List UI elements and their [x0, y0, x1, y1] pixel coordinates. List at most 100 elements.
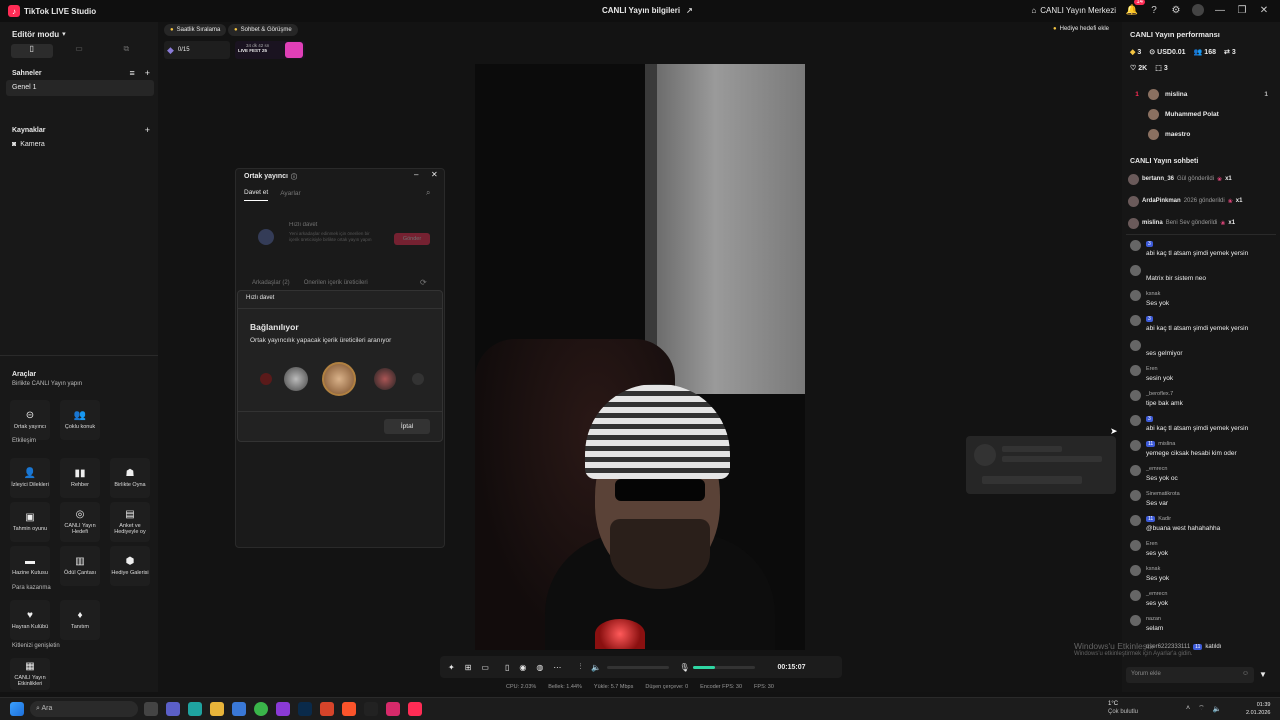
tool-promote[interactable]: ♦ Tanıtım [60, 600, 100, 640]
more-icon[interactable]: ⋯ [553, 663, 561, 672]
tool-fan-club[interactable]: ♥ Hayran Kulübü [10, 600, 50, 640]
gifter-row[interactable]: maestro [1130, 124, 1270, 144]
list-icon[interactable]: ≡ [129, 68, 134, 78]
chat-message[interactable]: 3 abi kaç tl atsam şimdi yemek yersin [1130, 415, 1275, 440]
tool-viewer-wishes[interactable]: 👤 İzleyici Dilekleri [10, 458, 50, 498]
record-icon[interactable]: ◉ [519, 663, 526, 672]
teams-icon[interactable] [166, 702, 180, 716]
layout-icon[interactable]: ⊞ [465, 663, 472, 672]
chat-message[interactable]: _emrecn ses yok [1130, 590, 1275, 615]
microphone-icon[interactable]: 🎙 [679, 663, 689, 672]
photoshop-icon[interactable] [298, 702, 312, 716]
chat-message[interactable]: nazan selam [1130, 615, 1275, 640]
editor-mode-dropdown[interactable]: Editör modu ▾ [0, 27, 158, 41]
chat-message[interactable]: Eren ses yok [1130, 540, 1275, 565]
close-icon[interactable]: ✕ [1258, 4, 1270, 16]
live-center-button[interactable]: ⌂ CANLI Yayın Merkezi [1031, 6, 1116, 15]
search-icon[interactable]: ⌕ [426, 188, 430, 198]
chat-message[interactable]: ses gelmiyor [1130, 340, 1275, 365]
chat-message[interactable]: 11 Kadir @buana west hahahahha [1130, 515, 1275, 540]
explorer-icon[interactable] [210, 702, 224, 716]
search-box[interactable]: ⌕ Ara [30, 701, 138, 717]
tool-gift-gallery[interactable]: ⬢ Hediye Galerisi [110, 546, 150, 586]
add-scene-icon[interactable]: + [145, 68, 150, 78]
gifter-row[interactable]: Muhammed Polat [1130, 104, 1270, 124]
gear-icon[interactable]: ⚙ [1170, 4, 1182, 16]
tool-live-events[interactable]: ▦ CANLI Yayın Etkinlikleri [10, 658, 50, 690]
chat-messages[interactable]: 3 abi kaç tl atsam şimdi yemek yersin Matr… [1130, 240, 1275, 640]
gift-goal-button[interactable]: ● Hediye hedefi ekle [1053, 26, 1109, 32]
add-source-icon[interactable]: + [145, 125, 150, 135]
chat-message[interactable]: ksnak Ses yok [1130, 565, 1275, 590]
chat-message[interactable]: ksnak Ses yok [1130, 290, 1275, 315]
chat-message[interactable]: 3 abi kaç tl atsam şimdi yemek yersin [1130, 315, 1275, 340]
speaker-volume-slider[interactable] [607, 665, 670, 669]
event-banner[interactable]: 34 dk 42 sn LIVE FEST 25 [235, 41, 305, 59]
tool-guide[interactable]: ▮▮ Rehber [60, 458, 100, 498]
mixer-icon[interactable]: ⫶ [579, 662, 581, 672]
tool-poll[interactable]: ▤ Anket ve Hediyeyle oy [110, 502, 150, 542]
media-icon[interactable] [320, 702, 334, 716]
app-icon[interactable] [386, 702, 400, 716]
performance-stats[interactable]: ◆ 3 ⊙ USD0.01 👥 168 ⇄ 3 [1130, 48, 1236, 57]
chat-message[interactable]: Sinematikrota Ses var [1130, 490, 1275, 515]
tool-cohost[interactable]: ⊝ Ortak yayıncı [10, 400, 50, 440]
avatar[interactable] [1192, 4, 1204, 16]
volume-icon[interactable]: 🔈 [1213, 705, 1222, 713]
bell-icon[interactable]: 🔔 14 [1126, 0, 1145, 16]
effects-icon[interactable]: ✦ [448, 663, 455, 672]
tab-suggested[interactable]: Önerilen içerik üreticileri [304, 280, 368, 286]
tab-friends[interactable]: Arkadaşlar (2) [252, 280, 290, 286]
phone-icon[interactable]: ▯ [505, 663, 509, 672]
chat-message[interactable]: _emrecn Ses yok oc [1130, 465, 1275, 490]
minimize-icon[interactable]: — [1214, 4, 1226, 16]
info-icon[interactable]: ⓘ [291, 172, 297, 181]
tab-invite[interactable]: Davet et [244, 189, 269, 201]
chat-message[interactable]: 11 mislina yemege ciksak hesabi kim oder [1130, 440, 1275, 465]
source-item-camera[interactable]: ◙ Kamera [0, 141, 158, 148]
tool-reward-bag[interactable]: ▥ Ödül Çantası [60, 546, 100, 586]
portrait-mode-button[interactable]: ▯ [10, 44, 53, 58]
replay-icon[interactable]: ◍ [536, 663, 543, 672]
help-icon[interactable]: ? [1148, 4, 1160, 16]
chrome-icon[interactable] [254, 702, 268, 716]
taskview-icon[interactable] [144, 702, 158, 716]
edge-icon[interactable] [188, 702, 202, 716]
network-icon[interactable]: ⌔ [1198, 704, 1205, 713]
landscape-mode-button[interactable]: ▭ [58, 44, 100, 58]
comment-input[interactable]: Yorum ekle ☺ [1126, 667, 1254, 683]
goal-widget[interactable]: ◆ 0/15 [164, 41, 230, 59]
mic-volume-slider[interactable] [693, 665, 756, 669]
tool-play-together[interactable]: ☗ Birlikte Oyna [110, 458, 150, 498]
tool-prediction[interactable]: ▣ Tahmin oyunu [10, 502, 50, 542]
hourly-ranking-chip[interactable]: ● Saatlik Sıralama [164, 24, 227, 36]
store-icon[interactable] [232, 702, 246, 716]
restore-icon[interactable]: ❐ [1236, 4, 1248, 16]
weather-widget[interactable]: 1°C Çok bulutlu [1108, 700, 1138, 716]
gifter-row[interactable]: 1 mislina 1 [1130, 84, 1270, 104]
refresh-icon[interactable]: ⟳ [420, 278, 427, 287]
start-icon[interactable] [10, 702, 24, 716]
dual-mode-button[interactable]: ⧉ [105, 44, 147, 58]
x-icon[interactable] [364, 702, 378, 716]
filter-icon[interactable]: ▼ [1259, 670, 1267, 679]
scene-item[interactable]: Genel 1 [6, 80, 154, 96]
chat-message[interactable]: _beroflex.7 tipe bak amk [1130, 390, 1275, 415]
emoji-icon[interactable]: ☺ [1242, 670, 1249, 677]
tool-multiguest[interactable]: 👥 Çoklu konuk [60, 400, 100, 440]
clock[interactable]: 01:39 2.01.2026 [1246, 701, 1270, 717]
chat-message[interactable]: Matrix bir sistem neo [1130, 265, 1275, 290]
speaker-icon[interactable]: 🔈 [591, 663, 601, 672]
cancel-button[interactable]: İptal [384, 419, 430, 434]
screen-icon[interactable]: ▭ [481, 663, 489, 672]
chat-message[interactable]: Eren sesin yok [1130, 365, 1275, 390]
chat-message[interactable]: 3 abi kaç tl atsam şimdi yemek yersin [1130, 240, 1275, 265]
tool-treasure-box[interactable]: ▬ Hazine Kutusu [10, 546, 50, 586]
tool-live-goal[interactable]: ◎ CANLI Yayın Hedefi [60, 502, 100, 542]
chevron-up-icon[interactable]: ˄ [1186, 705, 1190, 712]
live-info-link[interactable]: CANLI Yayın bilgileri ↗ [602, 6, 693, 15]
close-icon[interactable]: ✕ [431, 170, 438, 179]
chat-call-chip[interactable]: ● Sohbet & Görüşme [228, 24, 298, 36]
app-icon[interactable] [276, 702, 290, 716]
send-button[interactable]: Gönder [394, 233, 430, 245]
